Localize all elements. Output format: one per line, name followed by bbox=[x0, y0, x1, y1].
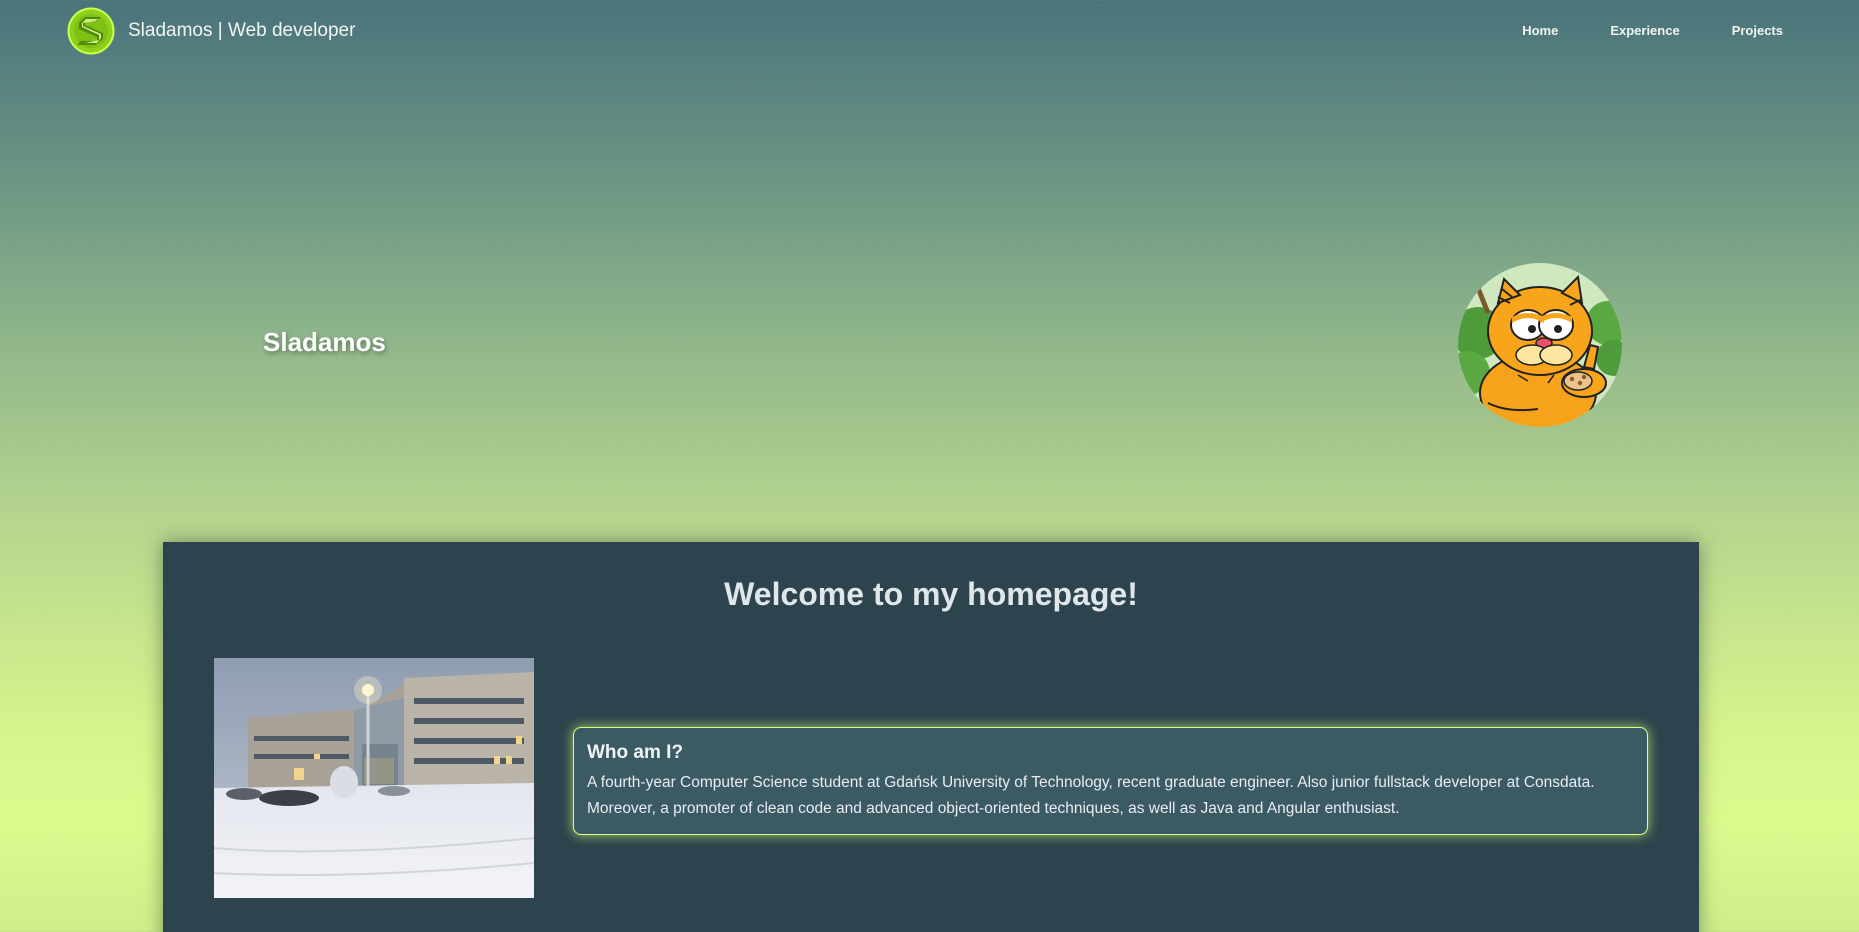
welcome-heading: Welcome to my homepage! bbox=[724, 576, 1138, 612]
about-text: A fourth-year Computer Science student a… bbox=[587, 774, 1595, 817]
avatar-garfield-image bbox=[1458, 263, 1622, 427]
nav-link-experience[interactable]: Experience bbox=[1610, 23, 1679, 38]
university-building-image bbox=[214, 658, 534, 898]
avatar bbox=[1458, 263, 1622, 427]
logo-icon bbox=[67, 7, 115, 55]
about-title: Who am I? bbox=[587, 742, 684, 763]
nav-item-experience: Experience bbox=[1610, 22, 1679, 40]
nav-link-projects[interactable]: Projects bbox=[1732, 23, 1783, 38]
main-card: Welcome to my homepage! Who am I? A four… bbox=[163, 542, 1699, 932]
about-box: Who am I? A fourth-year Computer Science… bbox=[573, 727, 1648, 835]
nav-menu: Home Experience Projects bbox=[1470, 22, 1783, 40]
brand-title: Sladamos | Web developer bbox=[128, 20, 356, 41]
hero-name: Sladamos bbox=[263, 327, 386, 357]
nav-link-home[interactable]: Home bbox=[1522, 23, 1558, 38]
brand-link[interactable]: Sladamos | Web developer bbox=[67, 7, 355, 55]
nav-item-projects: Projects bbox=[1732, 22, 1783, 40]
university-photo bbox=[214, 658, 534, 898]
navbar: Sladamos | Web developer Home Experience… bbox=[0, 0, 1859, 62]
nav-item-home: Home bbox=[1522, 22, 1558, 40]
